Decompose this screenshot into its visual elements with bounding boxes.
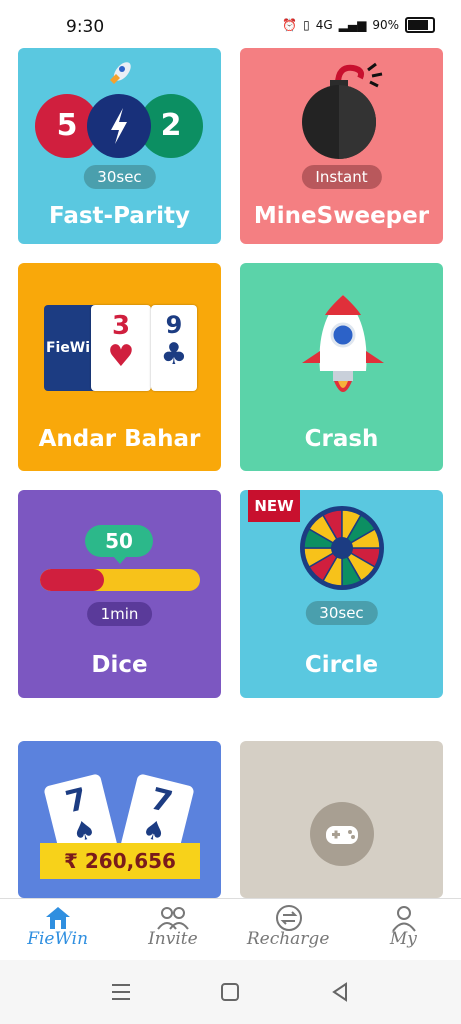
status-bar: 9:30 ⏰ ▯ 4G ▂▄▆ 90%	[0, 0, 461, 48]
club-icon: ♣	[160, 337, 188, 372]
nav-item-invite[interactable]: Invite	[115, 899, 230, 961]
number-ball-green-label: 2	[160, 108, 182, 143]
signal-icon: ▂▄▆	[338, 18, 367, 32]
heart-icon: ♥	[107, 339, 135, 374]
game-card-placeholder[interactable]	[240, 741, 443, 898]
system-nav-bar	[0, 960, 461, 1024]
game-card-minesweeper[interactable]: Instant MineSweeper	[240, 48, 443, 244]
battery-percent: 90%	[372, 18, 399, 32]
playing-card-clubs: 9 ♣	[151, 305, 197, 391]
dice-value: 50	[105, 529, 133, 553]
dice-bubble-tail	[113, 556, 127, 564]
home-icon	[46, 907, 70, 929]
playing-card-hearts: 3 ♥	[91, 305, 151, 391]
dice-tag: 1min	[86, 602, 153, 626]
game-card-fast-parity[interactable]: 5 2 30sec Fast-Parity	[18, 48, 221, 244]
circle-tag: 30sec	[305, 601, 378, 625]
nav-item-my[interactable]: My	[346, 899, 461, 961]
jackpot-amount: ₹ 260,656	[64, 849, 176, 873]
minesweeper-title: MineSweeper	[253, 203, 430, 229]
network-label: 4G	[315, 18, 333, 32]
gamepad-icon-circle	[310, 802, 374, 866]
nav-label-recharge: Recharge	[246, 929, 330, 949]
dice-value-bubble: 50	[85, 525, 153, 557]
nav-label-invite: Invite	[148, 929, 198, 949]
crash-title: Crash	[304, 426, 379, 452]
exchange-icon	[275, 905, 302, 931]
number-ball-blue	[87, 94, 151, 158]
users-icon	[157, 907, 190, 930]
circle-title: Circle	[304, 652, 379, 678]
menu-icon[interactable]	[110, 982, 132, 1002]
andar-bahar-title: Andar Bahar	[38, 426, 201, 452]
bomb-icon	[302, 62, 383, 159]
nav-item-recharge[interactable]: Recharge	[231, 899, 346, 961]
new-badge: NEW	[248, 490, 300, 522]
wheel-icon	[300, 506, 384, 590]
jackpot-banner: ₹ 260,656	[40, 843, 200, 879]
game-card-circle[interactable]: NEW 30sec Circle	[240, 490, 443, 698]
card-value-clubs: 9	[165, 311, 183, 339]
game-card-jackpot[interactable]: 7 ♠ 7 ♠ ₹ 260,656	[18, 741, 221, 898]
nav-label-fiewin: FieWin	[27, 929, 89, 949]
home-square-icon[interactable]	[220, 982, 240, 1002]
user-icon	[391, 906, 416, 932]
dice-progress-fill	[40, 569, 104, 591]
rocket-icon	[302, 295, 384, 392]
game-card-crash[interactable]: Crash	[240, 263, 443, 471]
number-ball-red-label: 5	[56, 108, 78, 143]
new-badge-label: NEW	[254, 497, 294, 515]
dice-title: Dice	[91, 652, 148, 678]
back-icon[interactable]	[330, 982, 350, 1002]
alarm-icon: ⏰	[282, 18, 298, 32]
fast-parity-title: Fast-Parity	[48, 203, 191, 229]
card-value-hearts: 3	[111, 311, 131, 341]
rocket-icon	[110, 62, 131, 84]
nav-item-fiewin[interactable]: FieWin	[0, 899, 115, 961]
bottom-nav: FieWin Invite Recharge My	[0, 898, 461, 961]
game-card-andar-bahar[interactable]: FieWin 3 ♥ 9 ♣ Andar Bahar	[18, 263, 221, 471]
battery-icon	[405, 17, 435, 33]
nav-label-my: My	[389, 929, 417, 949]
lightning-icon	[111, 108, 127, 144]
status-time: 9:30	[66, 17, 105, 37]
status-icons: ⏰ ▯ 4G ▂▄▆ 90%	[282, 17, 435, 33]
gamepad-icon	[326, 826, 358, 844]
dice-progress-track	[40, 569, 200, 591]
fast-parity-tag: 30sec	[83, 165, 156, 189]
game-card-dice[interactable]: 50 1min Dice	[18, 490, 221, 698]
vibrate-icon: ▯	[303, 18, 310, 32]
minesweeper-tag: Instant	[301, 165, 382, 189]
